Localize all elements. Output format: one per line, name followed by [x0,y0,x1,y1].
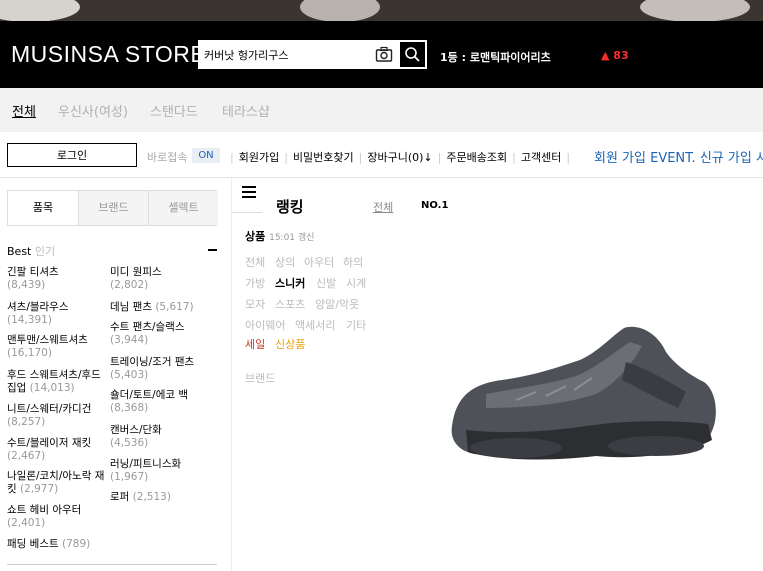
menu-icon[interactable] [242,186,256,200]
site-header: MUSINSA STORE 1등 : 로맨틱파이어리츠 ▲ 83 [0,21,763,88]
filter-new[interactable]: 신상품 [275,336,305,352]
banner-figure [640,0,750,21]
quick-access-label: 바로접속 [147,151,188,164]
list-item[interactable]: 데님 팬츠 (5,617) [110,301,222,314]
list-item[interactable]: 긴팔 티셔츠 (8,439) [7,266,105,292]
customer-center-link[interactable]: 고객센터 [516,151,566,164]
list-item[interactable]: 맨투맨/스웨트셔츠 (16,170) [7,334,105,360]
list-item[interactable]: 로퍼 (2,513) [110,491,222,504]
signup-event-banner[interactable]: 회원 가입 EVENT. 신규 가입 시 [594,147,763,166]
top-banner-image[interactable] [0,0,763,21]
search-button[interactable] [399,41,426,68]
list-item[interactable]: 캔버스/단화 (4,536) [110,424,222,450]
banner-figure [0,0,80,21]
login-button[interactable]: 로그인 [7,143,137,167]
list-item[interactable]: 수트 팬츠/슬랙스 (3,944) [110,321,222,347]
list-item[interactable]: 나일론/코치/아노락 재킷 (2,977) [7,470,105,496]
sidebar-tabs: 품목 브랜드 셀렉트 [7,190,218,226]
quick-access-toggle[interactable]: ON [192,148,220,163]
list-item[interactable]: 수트/블레이저 재킷 (2,467) [7,437,105,463]
tab-brand[interactable]: 브랜드 [78,191,148,225]
filter-accessory[interactable]: 액세서리 [295,317,335,333]
store-subnav: 전체 우신사(여성) 스탠다드 테라스샵 [0,88,763,132]
page-title: 랭킹 [276,198,304,216]
subnav-terrace[interactable]: 테라스샵 [222,101,270,120]
filter-watch[interactable]: 시계 [346,275,366,291]
product-heading: 상품 15:01 갱신 [245,230,315,243]
rank-number: NO.1 [421,200,449,211]
filter-shoes[interactable]: 신발 [316,275,336,291]
list-item[interactable]: 후드 스웨트셔츠/후드 집업 (14,013) [7,369,105,395]
filter-top[interactable]: 상의 [275,254,295,270]
subnav-all[interactable]: 전체 [12,101,36,120]
filter-socks[interactable]: 양말/악옷 [315,296,359,312]
account-links: | 회원가입 | 비밀번호찾기 | 장바구니(0)↓ | 주문배송조회 | 고객센터 | [230,151,571,164]
trending-change: ▲ 83 [601,49,629,62]
find-password-link[interactable]: 비밀번호찾기 [288,151,359,164]
filter-sale[interactable]: 세일 [245,336,265,352]
filter-cap[interactable]: 모자 [245,296,265,312]
sidebar-divider [7,564,217,565]
filter-outer[interactable]: 아우터 [304,254,334,270]
filter-all[interactable]: 전체 [245,254,265,270]
cart-link[interactable]: 장바구니(0)↓ [362,151,437,164]
logo[interactable]: MUSINSA STORE [11,41,206,68]
order-tracking-link[interactable]: 주문배송조회 [441,151,512,164]
update-time: 15:01 갱신 [269,233,315,243]
filter-bag[interactable]: 가방 [245,275,265,291]
camera-icon[interactable] [375,46,393,63]
list-item[interactable]: 숄더/토트/에코 백 (8,368) [110,389,222,415]
filter-sports[interactable]: 스포츠 [275,296,305,312]
list-item[interactable]: 러닝/피트니스화 (1,967) [110,458,222,484]
trending-keyword[interactable]: 1등 : 로맨틱파이어리츠 [440,49,551,65]
best-heading: Best 인기 [7,243,55,259]
filter-bottom[interactable]: 하의 [343,254,363,270]
banner-figure [300,0,380,21]
search-input[interactable] [199,41,369,68]
subnav-wusinsa[interactable]: 우신사(여성) [58,101,128,120]
best-label: Best [7,245,32,258]
tab-category[interactable]: 품목 [8,191,78,225]
ranking-all-link[interactable]: 전체 [373,199,393,215]
filter-eyewear[interactable]: 아이웨어 [245,317,285,333]
list-item[interactable]: 니트/스웨터/카디건 (8,257) [7,403,105,429]
filter-sneaker[interactable]: 스니커 [275,275,305,291]
list-item[interactable]: 트레이닝/조거 팬츠 (5,403) [110,356,222,382]
search-box [198,40,427,69]
list-item[interactable]: 셔츠/블라우스 (14,391) [7,301,105,327]
search-icon [405,47,420,62]
list-item[interactable]: 패딩 베스트 (789) [7,538,105,551]
menu-divider [232,212,262,213]
collapse-icon[interactable] [208,249,217,251]
login-bar: 로그인 바로접속 ON | 회원가입 | 비밀번호찾기 | 장바구니(0)↓ | 주문배송조회… [0,132,763,178]
list-item[interactable]: 미디 원피스 (2,802) [110,266,222,292]
list-item[interactable]: 쇼트 헤비 아우터 (2,401) [7,504,105,530]
product-image-sneaker[interactable] [446,322,720,467]
category-sidebar: 품목 브랜드 셀렉트 Best 인기 긴팔 티셔츠 (8,439) 셔츠/블라우스… [0,178,232,571]
filter-etc[interactable]: 기타 [346,317,366,333]
brand-heading: 브랜드 [245,372,276,385]
tab-select[interactable]: 셀렉트 [148,191,218,225]
best-sub: 인기 [34,245,56,258]
subnav-standard[interactable]: 스탠다드 [150,101,198,120]
ranking-panel: 랭킹 전체 NO.1 상품 15:01 갱신 전체 상의 아우터 하의 가방 스… [232,178,763,571]
signup-link[interactable]: 회원가입 [234,151,284,164]
